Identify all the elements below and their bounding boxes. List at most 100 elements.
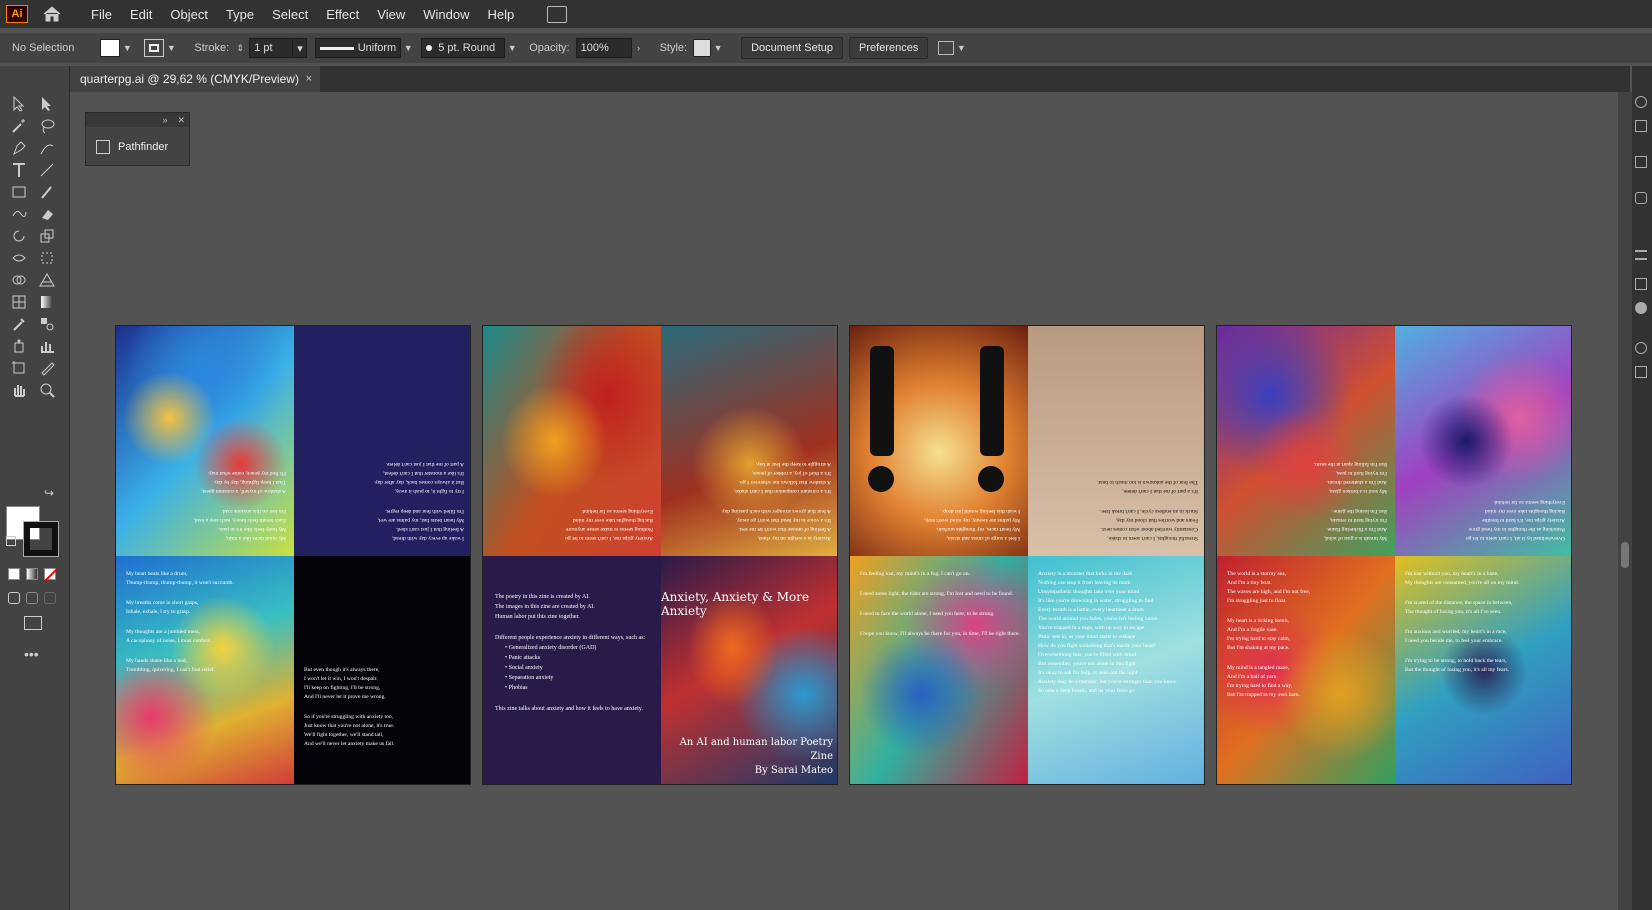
chevron-down-icon[interactable]: ▼ xyxy=(954,39,968,57)
arrange-documents-icon[interactable] xyxy=(938,41,955,55)
workspace-switcher-icon[interactable] xyxy=(547,5,568,23)
menu-file[interactable]: File xyxy=(82,7,121,22)
stroke-weight-field[interactable]: 1 pt xyxy=(249,38,294,58)
none-mode-icon[interactable] xyxy=(44,568,57,581)
transparency-panel-icon[interactable] xyxy=(1635,278,1647,290)
menu-select[interactable]: Select xyxy=(263,7,317,22)
scale-tool-icon[interactable] xyxy=(36,226,58,246)
pathfinder-label[interactable]: Pathfinder xyxy=(118,141,168,153)
info-list-item: Social anxiety xyxy=(505,663,645,673)
artboard-tool-icon[interactable] xyxy=(8,358,30,378)
chevron-down-icon[interactable]: ▾ xyxy=(293,38,308,58)
properties-panel-icon[interactable] xyxy=(1635,96,1647,108)
stroke-color-swatch[interactable] xyxy=(144,39,165,57)
zine-spread-4[interactable]: My breath is a gust of wind, And I'm a fl… xyxy=(1216,325,1572,785)
rectangle-tool-icon[interactable] xyxy=(8,182,30,202)
chevron-down-icon[interactable]: ▼ xyxy=(120,39,134,57)
menu-help[interactable]: Help xyxy=(478,7,523,22)
graphic-style-swatch[interactable] xyxy=(693,39,712,57)
chevron-right-icon[interactable]: › xyxy=(632,39,646,57)
draw-inside-icon[interactable] xyxy=(44,592,56,604)
variable-width-profile[interactable]: Uniform xyxy=(315,38,402,58)
close-icon[interactable]: ✕ xyxy=(177,115,185,126)
menu-type[interactable]: Type xyxy=(217,7,263,22)
shape-builder-tool-icon[interactable] xyxy=(8,270,30,290)
main-menu: File Edit Object Type Select Effect View… xyxy=(82,7,523,22)
free-transform-tool-icon[interactable] xyxy=(36,248,58,268)
stroke-box[interactable] xyxy=(23,521,59,557)
libraries-panel-icon[interactable] xyxy=(1635,156,1647,168)
width-tool-icon[interactable] xyxy=(8,248,30,268)
more-tools-icon[interactable]: ••• xyxy=(24,646,39,662)
symbol-sprayer-tool-icon[interactable] xyxy=(8,336,30,356)
page-image: I'm feeling lost, my mind's in a fog, I … xyxy=(850,556,1028,784)
lasso-tool-icon[interactable] xyxy=(36,116,58,136)
poem-line: I need you beside me, to feel your embra… xyxy=(1405,638,1503,644)
fill-color-swatch[interactable] xyxy=(100,39,121,57)
selection-tool-icon[interactable] xyxy=(8,94,30,114)
stanza-gap xyxy=(126,588,286,599)
preferences-button[interactable]: Preferences xyxy=(849,37,929,59)
chevron-down-icon[interactable]: ▼ xyxy=(401,39,415,57)
perspective-grid-tool-icon[interactable] xyxy=(36,270,58,290)
zine-spread-1[interactable]: My mind races like a train, My body feels… xyxy=(115,325,471,785)
vertical-scrollbar[interactable] xyxy=(1618,92,1632,910)
zine-spread-3[interactable]: I feel a surge of stress and strain, My h… xyxy=(849,325,1205,785)
direct-selection-tool-icon[interactable] xyxy=(36,94,58,114)
draw-normal-icon[interactable] xyxy=(8,592,20,604)
rotate-tool-icon[interactable] xyxy=(8,226,30,246)
line-segment-tool-icon[interactable] xyxy=(36,160,58,180)
stanza-gap xyxy=(304,495,464,506)
screen-mode-icon[interactable] xyxy=(24,616,42,630)
curvature-tool-icon[interactable] xyxy=(36,138,58,158)
hand-tool-icon[interactable] xyxy=(8,380,30,400)
color-panel-icon[interactable] xyxy=(1635,342,1647,354)
symbols-panel-icon[interactable] xyxy=(1635,366,1647,378)
menu-effect[interactable]: Effect xyxy=(317,7,368,22)
swap-fill-stroke-icon[interactable]: ↪ xyxy=(44,486,54,500)
chevron-down-icon[interactable]: ▼ xyxy=(711,39,725,57)
pen-tool-icon[interactable] xyxy=(8,138,30,158)
brush-definition[interactable]: 5 pt. Round xyxy=(421,38,506,58)
column-graph-tool-icon[interactable] xyxy=(36,336,58,356)
slice-tool-icon[interactable] xyxy=(36,358,58,378)
fill-stroke-control[interactable] xyxy=(6,506,59,557)
type-tool-icon[interactable] xyxy=(8,160,30,180)
document-setup-button[interactable]: Document Setup xyxy=(741,37,844,59)
paintbrush-tool-icon[interactable] xyxy=(36,182,58,202)
menu-window[interactable]: Window xyxy=(414,7,478,22)
home-icon[interactable] xyxy=(42,5,62,23)
opacity-field[interactable]: 100% xyxy=(575,38,632,58)
stroke-panel-icon[interactable] xyxy=(1635,250,1647,260)
chevron-down-icon[interactable]: ▼ xyxy=(164,39,178,57)
layers-panel-icon[interactable] xyxy=(1635,120,1647,132)
draw-behind-icon[interactable] xyxy=(26,592,38,604)
zoom-tool-icon[interactable] xyxy=(36,380,58,400)
color-mode-icon[interactable] xyxy=(8,568,20,580)
zine-spread-2[interactable]: Anxiety grips me, I can't seem to let go… xyxy=(482,325,838,785)
stroke-stepper-icon[interactable]: ⇕ xyxy=(233,39,247,57)
magic-wand-tool-icon[interactable] xyxy=(8,116,30,136)
menu-view[interactable]: View xyxy=(368,7,414,22)
eraser-tool-icon[interactable] xyxy=(36,204,58,224)
mesh-tool-icon[interactable] xyxy=(8,292,30,312)
close-icon[interactable]: × xyxy=(306,73,312,85)
page-image: Anxiety grips me, I can't seem to let go… xyxy=(483,326,661,556)
blend-tool-icon[interactable] xyxy=(36,314,58,334)
gradient-tool-icon[interactable] xyxy=(36,292,58,312)
document-tab[interactable]: quarterpg.ai @ 29,62 % (CMYK/Preview) × xyxy=(70,66,320,92)
default-fill-stroke-icon[interactable] xyxy=(6,536,16,546)
poem-line: Panic sets in, as your mind starts to re… xyxy=(1038,634,1136,640)
scrollbar-thumb[interactable] xyxy=(1621,542,1629,568)
collapse-panel-icon[interactable]: » xyxy=(162,115,167,125)
eyedropper-tool-icon[interactable] xyxy=(8,314,30,334)
shaper-tool-icon[interactable] xyxy=(8,204,30,224)
page-image: I'm lost without you, my heart's in a ha… xyxy=(1395,556,1571,784)
appearance-panel-icon[interactable] xyxy=(1635,302,1647,314)
gradient-mode-icon[interactable] xyxy=(26,568,38,580)
swatches-panel-icon[interactable] xyxy=(1635,192,1647,204)
menu-object[interactable]: Object xyxy=(161,7,217,22)
chevron-down-icon[interactable]: ▼ xyxy=(505,39,519,57)
poem-line: A fear that grows stronger with each pas… xyxy=(720,508,831,514)
menu-edit[interactable]: Edit xyxy=(121,7,161,22)
